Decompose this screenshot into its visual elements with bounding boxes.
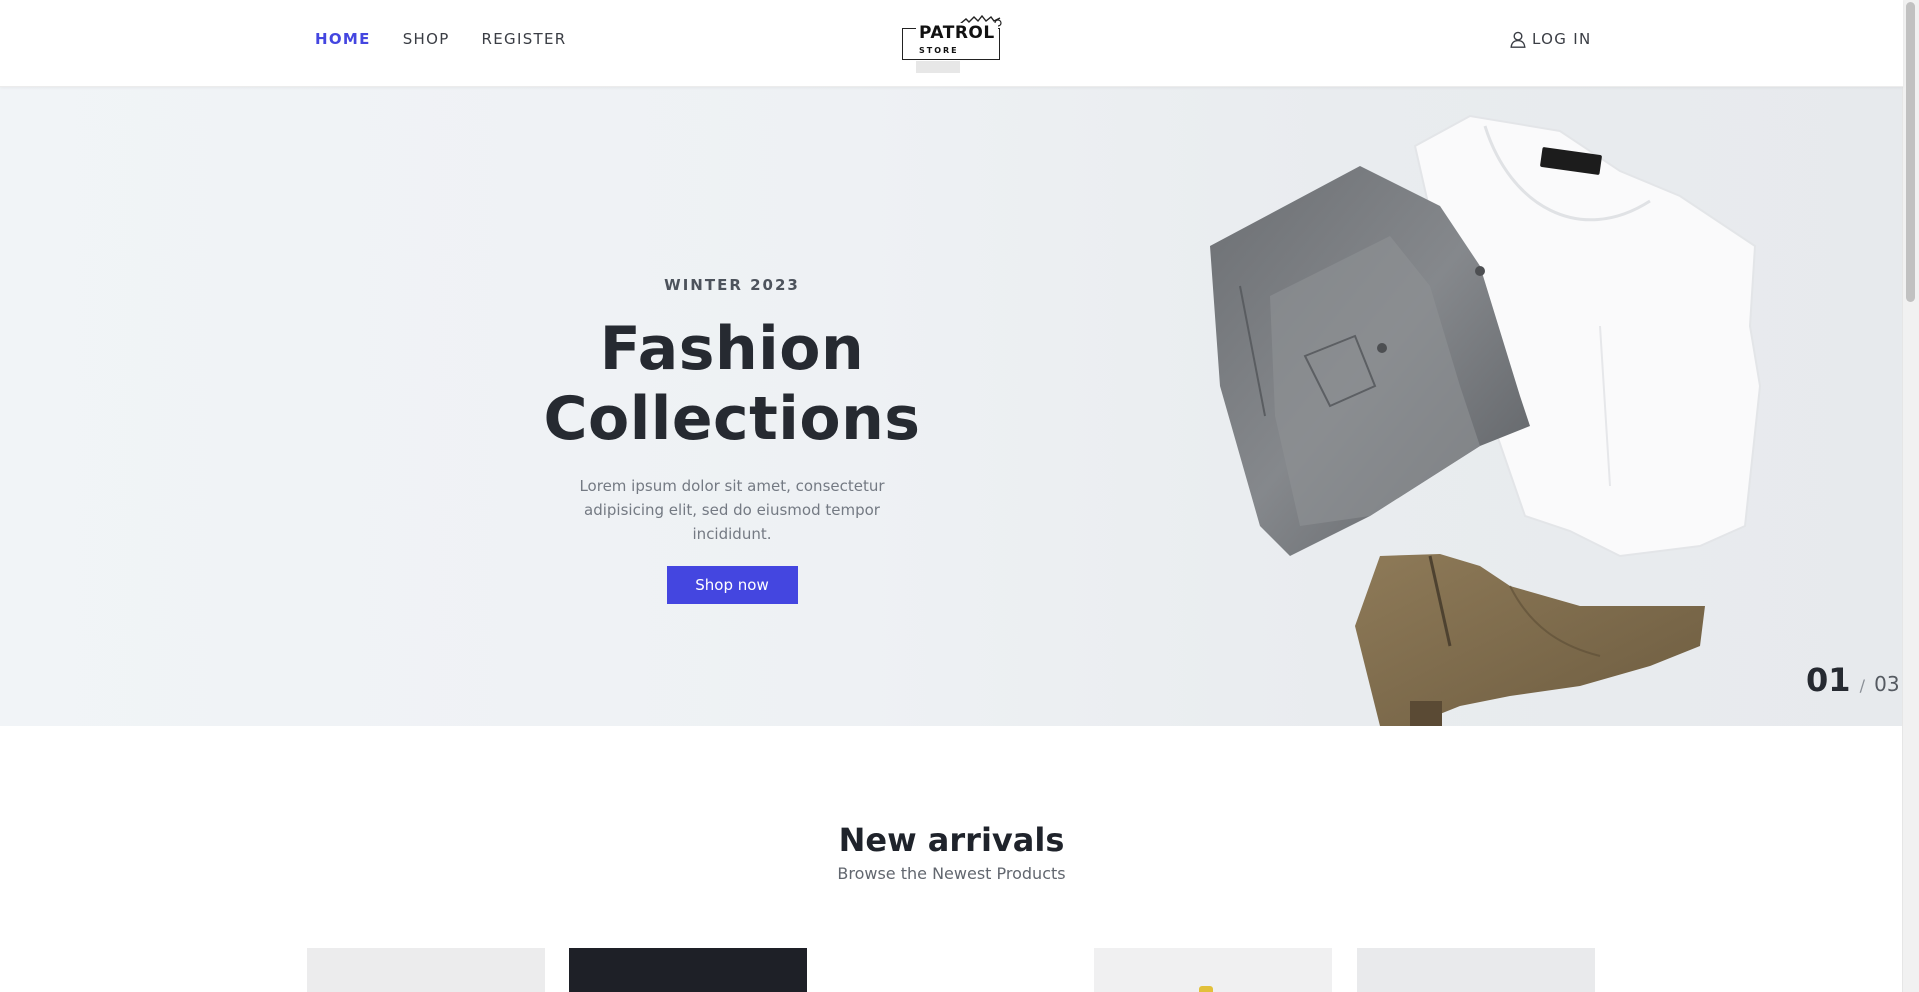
page: HOME SHOP REGISTER PATROL STORE LOG IN W… [0,0,1919,992]
product-card-4[interactable] [1094,948,1332,992]
main-nav: HOME SHOP REGISTER [315,30,566,48]
hero-copy: WINTER 2023 Fashion Collections Lorem ip… [432,276,1032,604]
site-header: HOME SHOP REGISTER PATROL STORE LOG IN [0,0,1903,87]
user-icon [1510,31,1526,48]
slide-current: 01 [1806,661,1851,699]
logo-title: PATROL [916,23,998,43]
product-card-1[interactable] [307,948,545,992]
page-scrollbar[interactable] [1902,0,1919,992]
login-link[interactable]: LOG IN [1510,30,1591,48]
arrivals-title: New arrivals [838,821,1065,859]
product-card-5[interactable] [1357,948,1595,992]
shop-now-button[interactable]: Shop now [666,566,798,604]
scrollbar-thumb[interactable] [1906,2,1915,302]
product-card-3[interactable] [832,948,1070,992]
hero-title: Fashion Collections [543,314,921,454]
nav-register[interactable]: REGISTER [482,30,567,48]
slide-total: 03 [1874,672,1900,696]
arrivals-subtitle: Browse the Newest Products [837,864,1066,883]
product-grid [307,948,1597,992]
slide-counter: 01 / 03 [1806,661,1900,699]
nav-shop[interactable]: SHOP [403,30,450,48]
nav-home[interactable]: HOME [315,30,371,48]
logo-shade [916,61,960,73]
hero-eyebrow: WINTER 2023 [664,276,800,294]
store-logo[interactable]: PATROL STORE [898,14,1008,74]
product-card-2[interactable] [569,948,807,992]
hero-clothing-image [1210,114,1762,726]
product-image-accent [1199,986,1213,992]
login-label: LOG IN [1532,30,1592,48]
slide-separator: / [1859,676,1866,695]
hero-slider: WINTER 2023 Fashion Collections Lorem ip… [0,86,1903,726]
hero-description: Lorem ipsum dolor sit amet, consectetur … [579,477,885,543]
logo-subtitle: STORE [919,46,959,55]
